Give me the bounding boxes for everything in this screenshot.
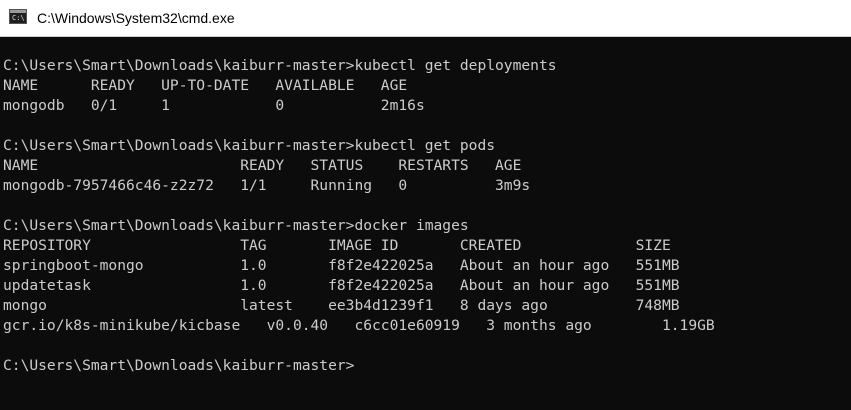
console-line: gcr.io/k8s-minikube/kicbase v0.0.40 c6cc… <box>3 317 715 334</box>
cmd-icon: C:\ <box>9 9 27 24</box>
console-line: mongo latest ee3b4d1239f1 8 days ago 748… <box>3 297 680 314</box>
console-line: REPOSITORY TAG IMAGE ID CREATED SIZE <box>3 237 671 254</box>
console-line: springboot-mongo 1.0 f8f2e422025a About … <box>3 257 680 274</box>
console-line: C:\Users\Smart\Downloads\kaiburr-master>… <box>3 57 557 74</box>
cmd-icon-label: C:\ <box>12 14 25 22</box>
console-output[interactable]: C:\Users\Smart\Downloads\kaiburr-master>… <box>0 37 851 410</box>
console-line: NAME READY UP-TO-DATE AVAILABLE AGE <box>3 77 408 94</box>
console-line: mongodb-7957466c46-z2z72 1/1 Running 0 3… <box>3 177 531 194</box>
console-line: C:\Users\Smart\Downloads\kaiburr-master>… <box>3 217 469 234</box>
title-bar[interactable]: C:\ C:\Windows\System32\cmd.exe <box>0 0 851 37</box>
console-line: updatetask 1.0 f8f2e422025a About an hou… <box>3 277 680 294</box>
console-line: C:\Users\Smart\Downloads\kaiburr-master>… <box>3 137 496 154</box>
console-line: NAME READY STATUS RESTARTS AGE <box>3 157 522 174</box>
console-prompt-line: C:\Users\Smart\Downloads\kaiburr-master> <box>3 357 355 374</box>
window-title: C:\Windows\System32\cmd.exe <box>37 10 235 26</box>
console-line: mongodb 0/1 1 0 2m16s <box>3 97 425 114</box>
